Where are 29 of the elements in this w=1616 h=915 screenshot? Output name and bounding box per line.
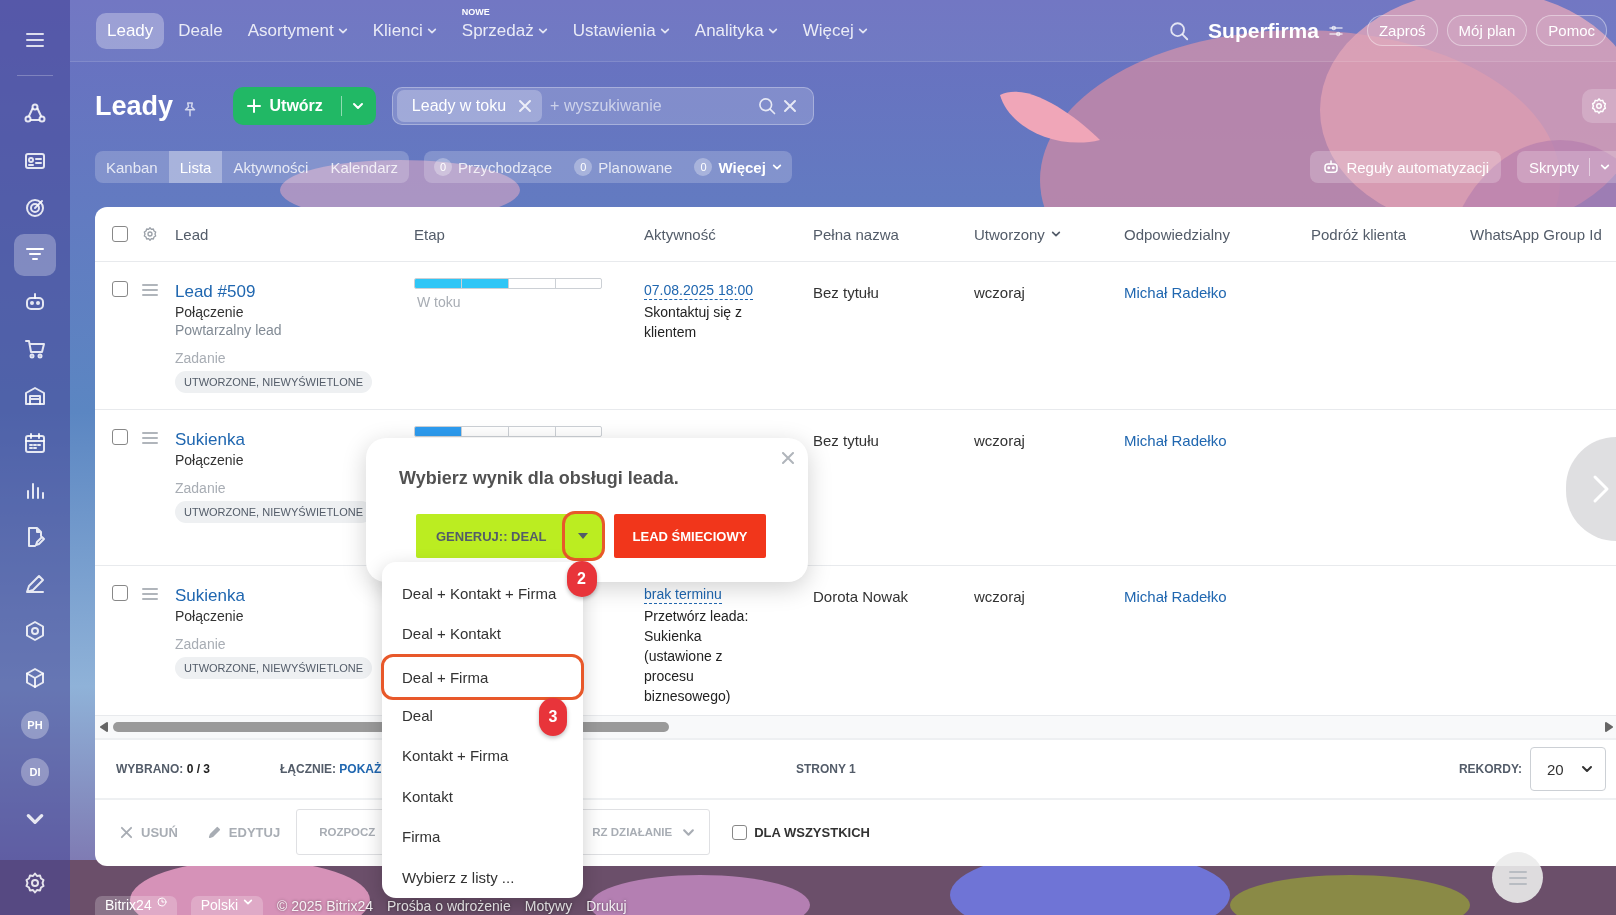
new-label: NOWE [461,6,490,17]
table-cell-text: Bez tytułu [813,431,880,451]
table-cell-text: Dorota Nowak [813,587,910,607]
stage-label: W toku [416,294,462,310]
counter-badge: 0 [694,158,713,176]
table-cell-text: wczoraj [974,431,1026,451]
page-title: Leady [95,90,174,122]
table-cell-text: wczoraj [974,283,1026,303]
checkbox-label: DLA WSZYSTKICH [754,824,870,840]
records-label: REKORDY: [1458,762,1522,776]
status-tag: UTWORZONE, NIEWYŚWIETLONE [175,657,373,679]
task-label: Zadanie [175,349,226,367]
selected-count: WYBRANO: 0 / 3 [116,762,212,776]
lead-source: Połączenie [175,303,244,321]
activity-text: Skontaktuj się z klientem [644,303,744,342]
task-label: Zadanie [175,635,226,653]
lead-source: Połączenie [175,451,244,469]
counter-badge: 0 [574,158,593,176]
table-cell-text: Bez tytułu [813,283,880,303]
pages-indicator: STRONY 1 [796,762,856,776]
step-marker: 3 [539,698,567,736]
status-tag: UTWORZONE, NIEWYŚWIETLONE [175,371,373,393]
task-label: Zadanie [175,479,226,497]
dialog-title: Wybierz wynik dla obsługi leada. [399,468,680,489]
table-cell-text: wczoraj [974,587,1026,607]
total-label: ŁĄCZNIE: [280,762,337,776]
lead-note: Powtarzalny lead [175,321,282,339]
lead-source: Połączenie [175,607,244,625]
activity-text: Przetwórz leada: Sukienka (ustawione z procesu biznesowego) [644,607,750,706]
